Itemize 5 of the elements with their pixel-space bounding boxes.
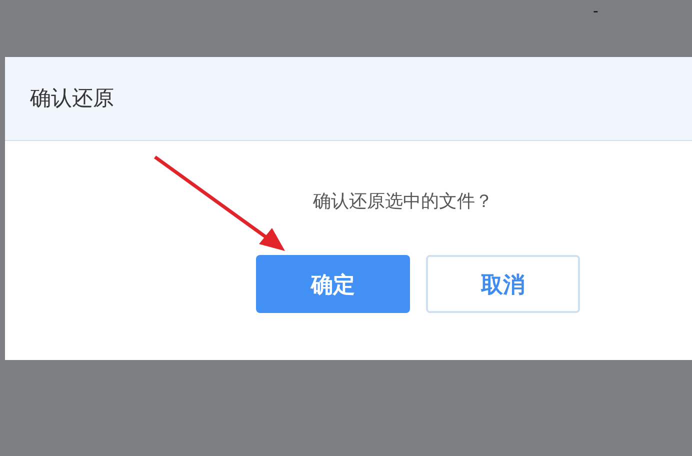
confirm-button[interactable]: 确定 bbox=[256, 255, 410, 313]
dialog-title: 确认还原 bbox=[30, 86, 114, 112]
dialog-message: 确认还原选中的文件？ bbox=[313, 191, 493, 211]
cancel-button[interactable]: 取消 bbox=[426, 255, 580, 313]
dash-mark: - bbox=[593, 2, 598, 22]
